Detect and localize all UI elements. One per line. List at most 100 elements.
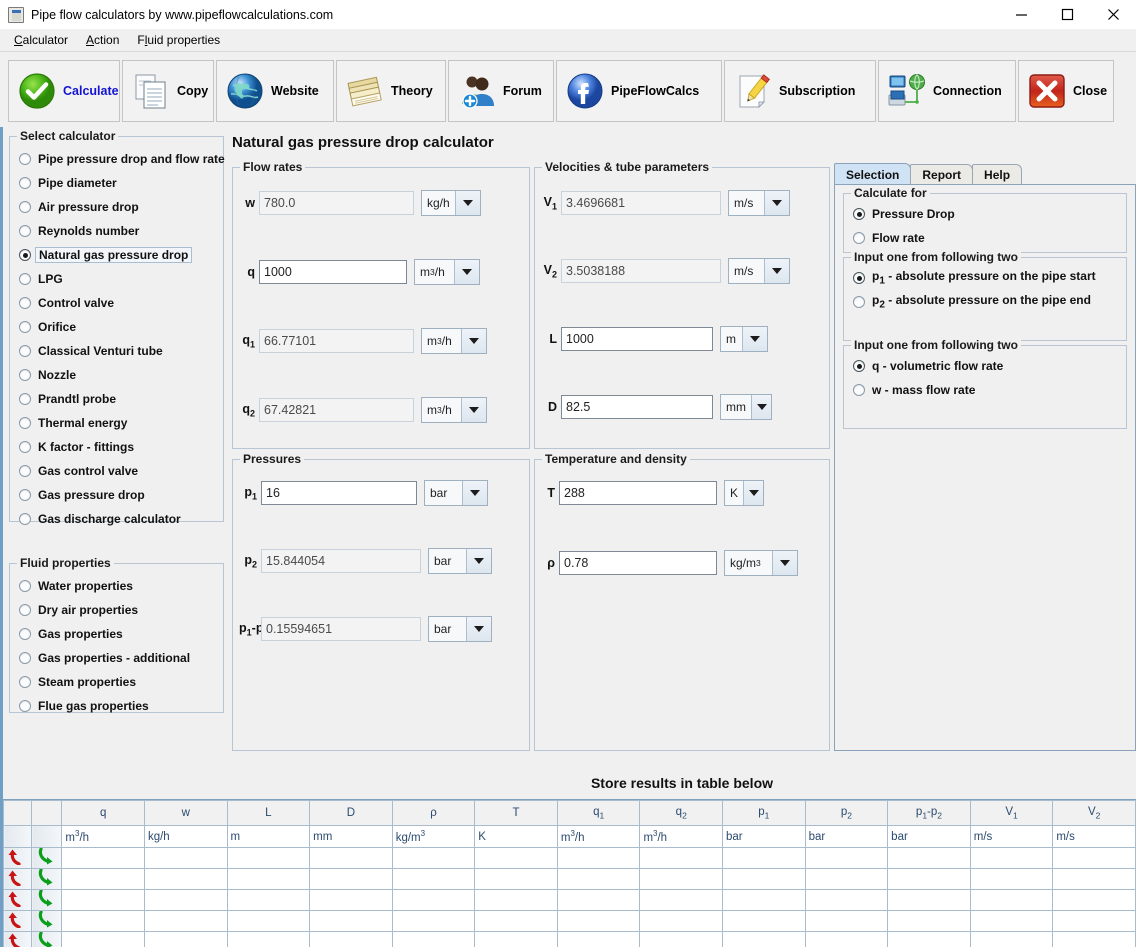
chevron-down-icon[interactable] <box>456 191 480 215</box>
table-cell[interactable] <box>143 931 228 947</box>
fluid-item-gas-properties[interactable]: Gas properties <box>10 622 223 646</box>
radio-button[interactable] <box>853 272 865 284</box>
table-cell[interactable] <box>143 889 228 911</box>
radio-button[interactable] <box>19 513 31 525</box>
sidebar-item-pipe-pressure-drop-and-flow-rate[interactable]: Pipe pressure drop and flow rate <box>10 147 225 171</box>
radio-button[interactable] <box>19 249 31 261</box>
fluid-item-water-properties[interactable]: Water properties <box>10 574 223 598</box>
chevron-down-icon[interactable] <box>462 398 486 422</box>
table-cell[interactable] <box>309 889 393 911</box>
radio-button[interactable] <box>19 489 31 501</box>
radio-button[interactable] <box>853 384 865 396</box>
red-up-arrow-icon[interactable] <box>3 889 33 911</box>
unit-dropdown-q-1[interactable]: m 3/h <box>421 328 487 354</box>
maximize-icon[interactable] <box>1044 0 1090 29</box>
input-v-2[interactable]: 3.5038188 <box>561 259 721 283</box>
table-cell[interactable] <box>143 910 228 932</box>
sidebar-item-gas-control-valve[interactable]: Gas control valve <box>10 459 223 483</box>
chevron-down-icon[interactable] <box>462 329 486 353</box>
radio-button[interactable] <box>19 652 31 664</box>
table-cell[interactable] <box>1052 910 1136 932</box>
radio-button[interactable] <box>853 232 865 244</box>
table-cell[interactable] <box>391 889 476 911</box>
input-t[interactable]: 288 <box>559 481 717 505</box>
table-cell[interactable] <box>61 910 145 932</box>
table-cell[interactable] <box>309 931 393 947</box>
sidebar-item-nozzle[interactable]: Nozzle <box>10 363 223 387</box>
table-cell[interactable] <box>143 847 228 869</box>
table-cell[interactable] <box>474 931 558 947</box>
table-cell[interactable] <box>226 931 311 947</box>
chevron-down-icon[interactable] <box>773 551 797 575</box>
fluid-item-flue-gas-properties[interactable]: Flue gas properties <box>10 694 223 718</box>
toolbar-theory-button[interactable]: Theory <box>336 60 446 122</box>
table-cell[interactable] <box>61 931 145 947</box>
radio-button[interactable] <box>19 297 31 309</box>
table-cell[interactable] <box>226 868 311 890</box>
sidebar-item-control-valve[interactable]: Control valve <box>10 291 223 315</box>
table-cell[interactable] <box>226 847 311 869</box>
selection-option-flow-rate[interactable]: Flow rate <box>844 226 1126 250</box>
table-cell[interactable] <box>722 868 806 890</box>
radio-button[interactable] <box>19 273 31 285</box>
sidebar-item-gas-pressure-drop[interactable]: Gas pressure drop <box>10 483 223 507</box>
unit-dropdown-q[interactable]: m 3/h <box>414 259 480 285</box>
radio-button[interactable] <box>853 296 865 308</box>
table-cell[interactable] <box>722 889 806 911</box>
selection-option-w-mass-flow-rate[interactable]: w - mass flow rate <box>844 378 1126 402</box>
unit-dropdown-[interactable]: kg/m 3 <box>724 550 798 576</box>
table-row[interactable] <box>3 847 1136 869</box>
chevron-down-icon[interactable] <box>467 549 491 573</box>
table-cell[interactable] <box>474 910 558 932</box>
radio-button[interactable] <box>19 604 31 616</box>
table-cell[interactable] <box>722 847 806 869</box>
table-cell[interactable] <box>804 847 889 869</box>
sidebar-item-reynolds-number[interactable]: Reynolds number <box>10 219 223 243</box>
radio-button[interactable] <box>19 153 31 165</box>
chevron-down-icon[interactable] <box>765 191 789 215</box>
sidebar-item-orifice[interactable]: Orifice <box>10 315 223 339</box>
table-cell[interactable] <box>309 868 393 890</box>
unit-dropdown-t[interactable]: K <box>724 480 764 506</box>
table-cell[interactable] <box>887 889 971 911</box>
table-cell[interactable] <box>639 910 724 932</box>
unit-dropdown-l[interactable]: m <box>720 326 768 352</box>
input-q-1[interactable]: 66.77101 <box>259 329 414 353</box>
radio-button[interactable] <box>19 345 31 357</box>
table-cell[interactable] <box>391 847 476 869</box>
unit-dropdown-v-1[interactable]: m/s <box>728 190 790 216</box>
table-cell[interactable] <box>887 910 971 932</box>
green-down-arrow-icon[interactable] <box>31 910 63 932</box>
table-cell[interactable] <box>969 931 1054 947</box>
input-p1-p2[interactable]: 0.15594651 <box>261 617 421 641</box>
table-cell[interactable] <box>309 910 393 932</box>
red-up-arrow-icon[interactable] <box>3 868 33 890</box>
minimize-icon[interactable] <box>998 0 1044 29</box>
chevron-down-icon[interactable] <box>752 395 771 419</box>
unit-dropdown-w[interactable]: kg/h <box>421 190 481 216</box>
table-cell[interactable] <box>804 910 889 932</box>
green-down-arrow-icon[interactable] <box>31 868 63 890</box>
selection-option-p-absolute-pressure-on-the-pipe-end[interactable]: p2 - absolute pressure on the pipe end <box>844 290 1126 314</box>
table-cell[interactable] <box>969 847 1054 869</box>
selection-option-q-volumetric-flow-rate[interactable]: q - volumetric flow rate <box>844 354 1126 378</box>
sidebar-item-prandtl-probe[interactable]: Prandtl probe <box>10 387 223 411</box>
table-row[interactable] <box>3 910 1136 932</box>
toolbar-subscription-button[interactable]: Subscription <box>724 60 876 122</box>
selection-option-pressure-drop[interactable]: Pressure Drop <box>844 202 1126 226</box>
unit-dropdown-d[interactable]: mm <box>720 394 772 420</box>
fluid-item-gas-properties-additional[interactable]: Gas properties - additional <box>10 646 223 670</box>
radio-button[interactable] <box>19 225 31 237</box>
table-cell[interactable] <box>556 931 641 947</box>
input-q-2[interactable]: 67.42821 <box>259 398 414 422</box>
table-cell[interactable] <box>639 868 724 890</box>
radio-button[interactable] <box>19 676 31 688</box>
chevron-down-icon[interactable] <box>744 481 763 505</box>
input-l[interactable]: 1000 <box>561 327 713 351</box>
green-down-arrow-icon[interactable] <box>31 931 63 947</box>
radio-button[interactable] <box>853 208 865 220</box>
table-row[interactable] <box>3 868 1136 890</box>
table-cell[interactable] <box>61 889 145 911</box>
chevron-down-icon[interactable] <box>455 260 479 284</box>
table-cell[interactable] <box>969 889 1054 911</box>
